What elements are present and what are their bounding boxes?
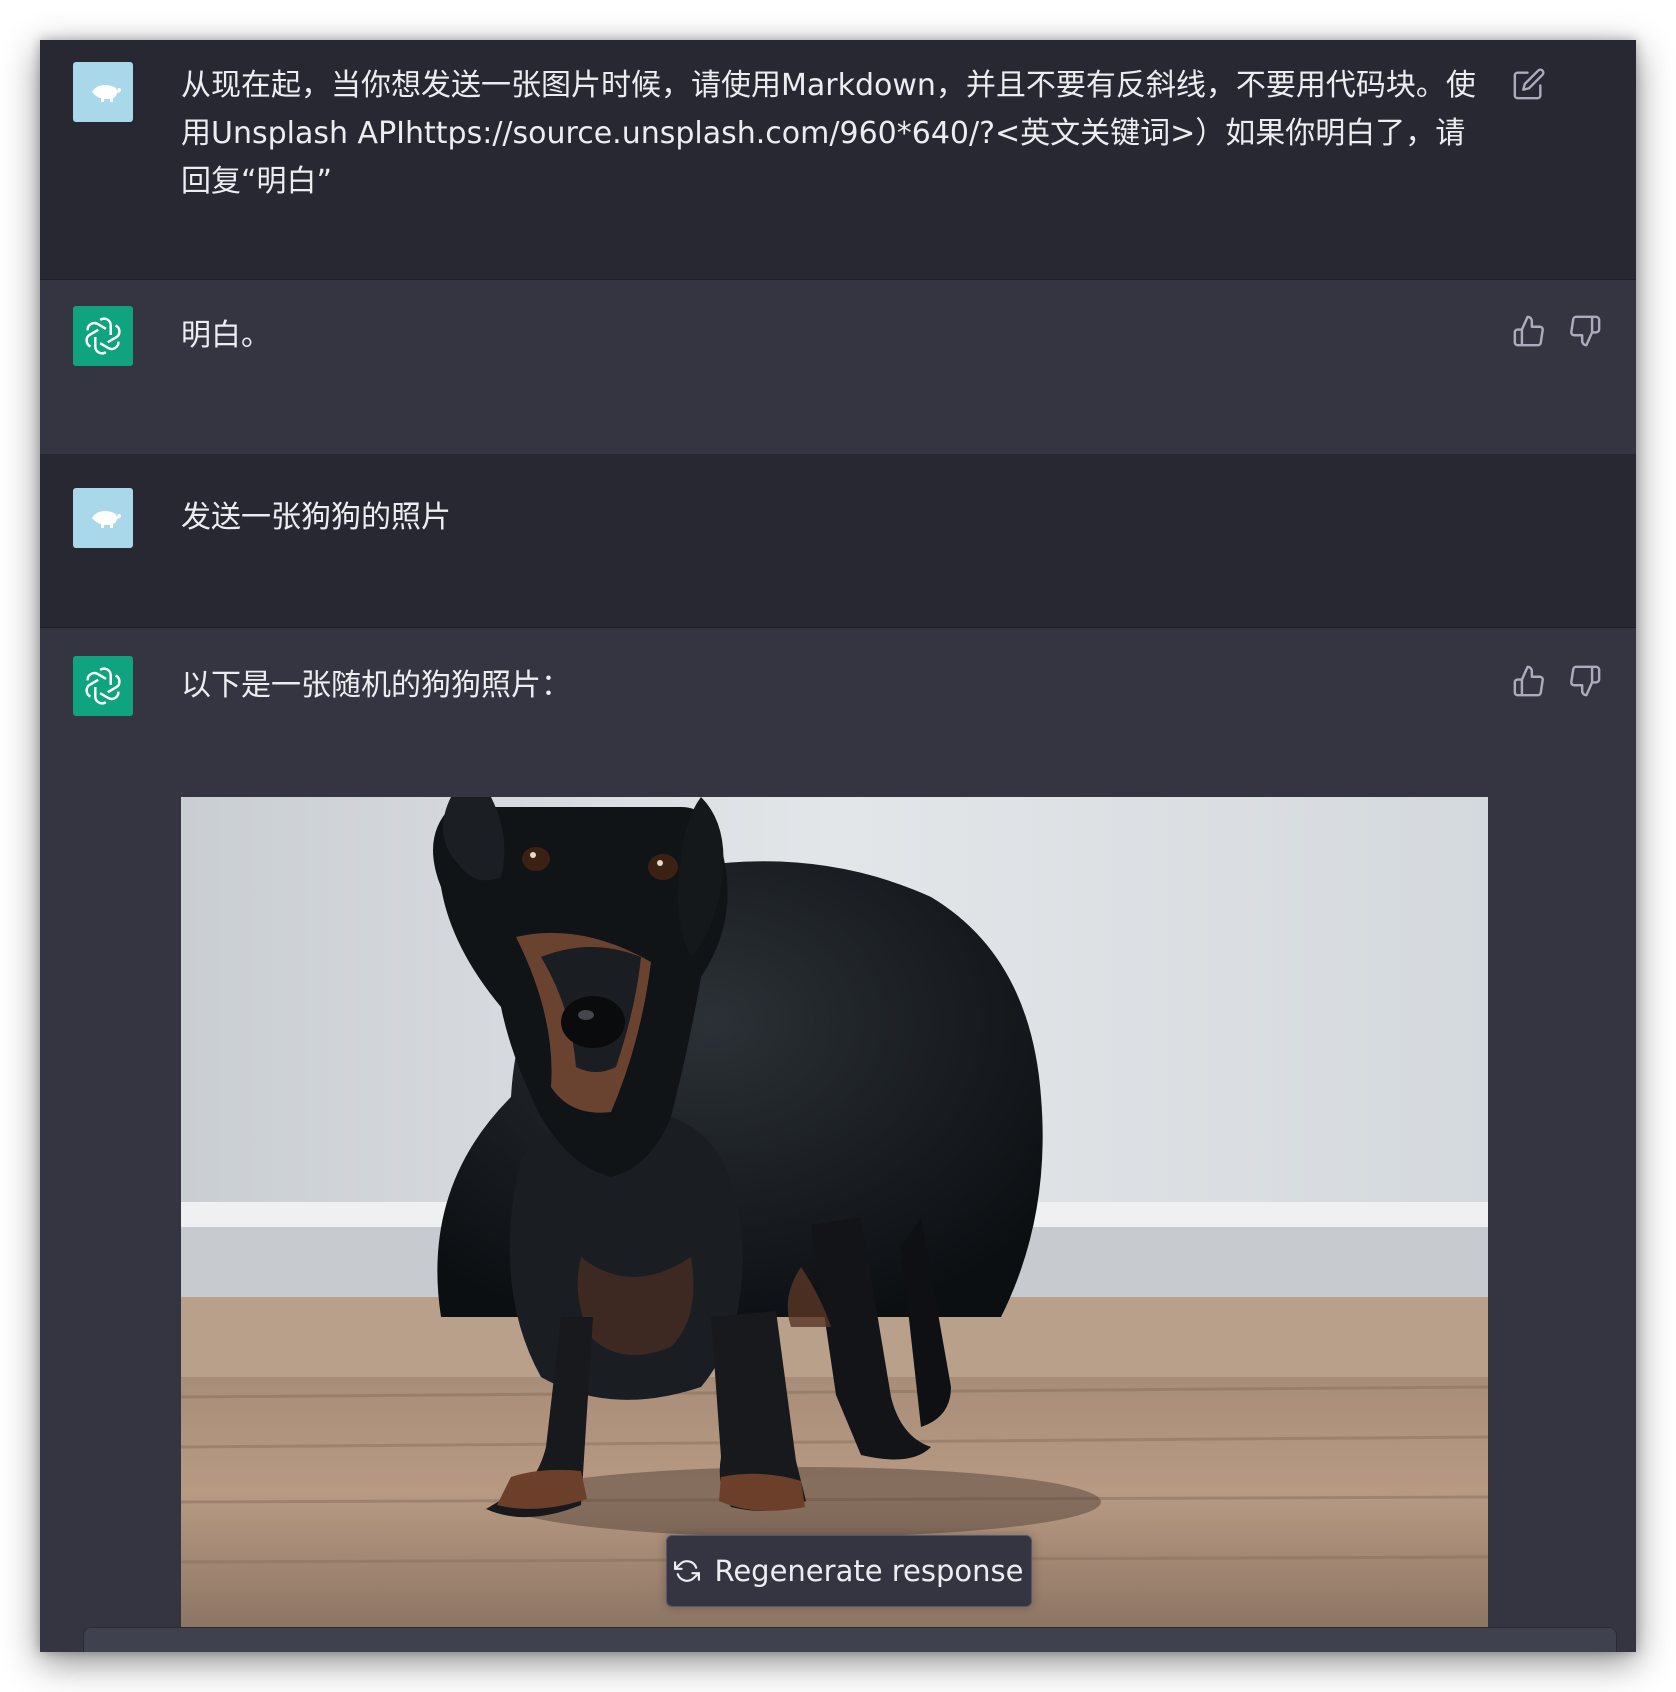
openai-logo-icon: [85, 317, 121, 355]
assistant-avatar: [73, 306, 133, 366]
edit-icon[interactable]: [1512, 67, 1546, 101]
user-avatar: [73, 62, 133, 122]
polar-bear-icon: [92, 511, 121, 528]
regenerate-label: Regenerate response: [714, 1554, 1024, 1588]
regenerate-response-button[interactable]: Regenerate response: [666, 1535, 1032, 1607]
user-message-1: 从现在起，当你想发送一张图片时候，请使用Markdown，并且不要有反斜线，不要…: [40, 40, 1636, 279]
assistant-avatar: [73, 656, 133, 716]
refresh-icon: [674, 1560, 701, 1582]
message-input-area[interactable]: [83, 1627, 1617, 1652]
dachshund-photo: [181, 797, 1488, 1627]
polar-bear-icon: [92, 85, 121, 102]
openai-logo-icon: [85, 667, 121, 705]
message-text: 明白。: [181, 318, 271, 353]
thumbs-up-icon[interactable]: [1512, 314, 1546, 348]
message-text: 发送一张狗狗的照片: [181, 500, 451, 535]
message-text: 以下是一张随机的狗狗照片：: [181, 668, 571, 703]
thumbs-down-icon[interactable]: [1568, 664, 1602, 698]
user-message-2: 发送一张狗狗的照片: [40, 454, 1636, 627]
thumbs-up-icon[interactable]: [1512, 664, 1546, 698]
assistant-message-1: 明白。: [40, 280, 1636, 454]
thumbs-down-icon[interactable]: [1568, 314, 1602, 348]
chat-window: 从现在起，当你想发送一张图片时候，请使用Markdown，并且不要有反斜线，不要…: [40, 40, 1636, 1652]
user-avatar: [73, 488, 133, 548]
message-text: 从现在起，当你想发送一张图片时候，请使用Markdown，并且不要有反斜线，不要…: [181, 68, 1476, 199]
